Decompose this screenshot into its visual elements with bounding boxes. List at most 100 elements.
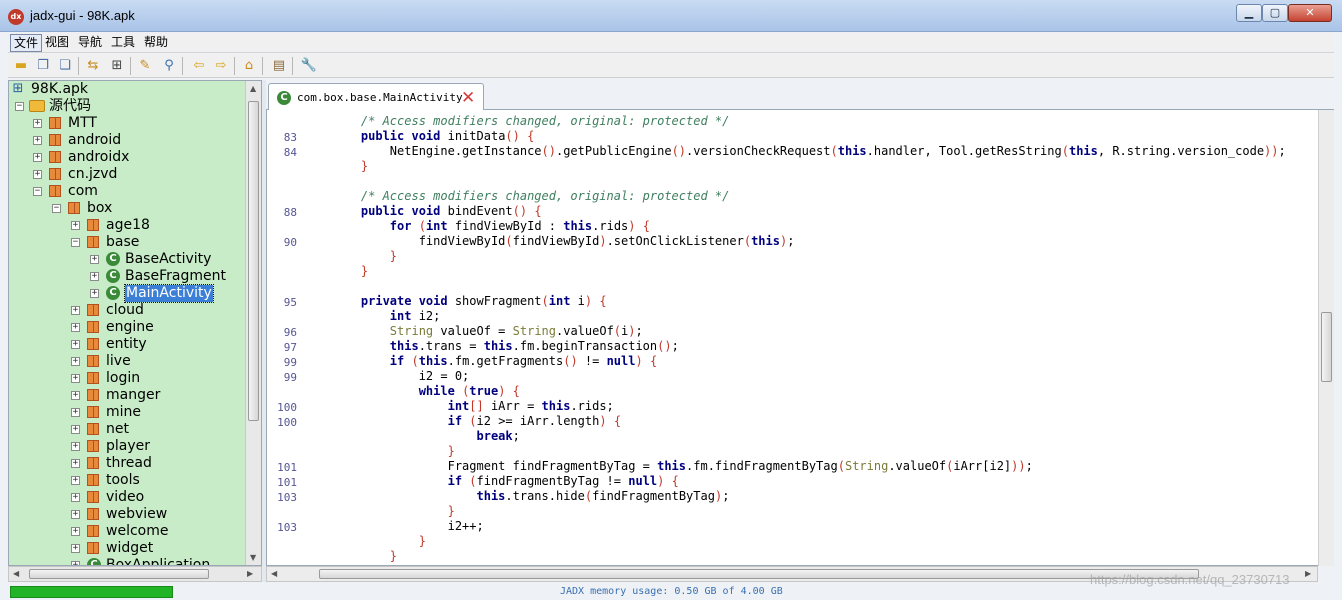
- expand-icon[interactable]: +: [90, 272, 99, 281]
- line-number: 99: [283, 356, 297, 369]
- save-all-icon[interactable]: ❐: [34, 57, 52, 75]
- editor-vertical-scrollbar[interactable]: [1318, 110, 1334, 566]
- export-icon[interactable]: ❏: [56, 57, 74, 75]
- expand-icon[interactable]: +: [71, 357, 80, 366]
- tree-node-label: cloud: [106, 302, 144, 318]
- forward-icon[interactable]: ⇨: [212, 57, 230, 75]
- package-icon: [87, 389, 99, 401]
- collapse-icon[interactable]: −: [71, 238, 80, 247]
- code-line: break;: [476, 429, 520, 443]
- tree-node-label: com: [68, 183, 98, 199]
- preferences-icon[interactable]: 🔧: [300, 57, 318, 75]
- tree-node-label: net: [106, 421, 129, 437]
- expand-icon[interactable]: +: [71, 221, 80, 230]
- expand-icon[interactable]: +: [71, 442, 80, 451]
- tree-node-label: login: [106, 370, 141, 386]
- expand-icon[interactable]: +: [71, 459, 80, 468]
- scroll-right-icon[interactable]: ▶: [247, 569, 253, 578]
- package-icon: [87, 423, 99, 435]
- package-icon: [87, 457, 99, 469]
- search-icon[interactable]: ⚲: [160, 57, 178, 75]
- back-icon[interactable]: ⇦: [190, 57, 208, 75]
- collapse-icon[interactable]: −: [52, 204, 61, 213]
- expand-icon[interactable]: +: [90, 255, 99, 264]
- menu-bar: 文件 视图 导航 工具 帮助: [8, 33, 1334, 53]
- tree-node-label: age18: [106, 217, 150, 233]
- scroll-right-icon[interactable]: ▶: [1305, 569, 1311, 578]
- expand-icon[interactable]: +: [71, 510, 80, 519]
- package-icon: [87, 491, 99, 503]
- expand-icon[interactable]: +: [71, 493, 80, 502]
- expand-icon[interactable]: +: [90, 289, 99, 298]
- menu-tools[interactable]: 工具: [108, 34, 138, 52]
- find-text-icon[interactable]: ✎: [136, 57, 154, 75]
- line-number-gutter: 83 84 88 90 95 96 97 99 99 100 100 101 101 103 103: [267, 110, 307, 565]
- expand-icon[interactable]: +: [71, 527, 80, 536]
- window-title: jadx-gui - 98K.apk: [30, 8, 135, 23]
- expand-icon[interactable]: +: [71, 544, 80, 553]
- close-tab-icon[interactable]: ✕: [461, 88, 475, 108]
- scroll-thumb[interactable]: [1321, 312, 1332, 382]
- code-line: for (int findViewById : this.rids) {: [389, 219, 650, 233]
- line-number: 88: [283, 206, 297, 219]
- tree-node-label: androidx: [68, 149, 130, 165]
- line-number: 103: [277, 491, 297, 504]
- tab-main-activity[interactable]: C com.box.base.MainActivity ✕: [268, 83, 484, 111]
- package-icon: [87, 406, 99, 418]
- tree-node-label: BaseFragment: [125, 268, 226, 284]
- sync-icon[interactable]: ⇆: [84, 57, 102, 75]
- package-icon: [49, 117, 61, 129]
- jadx-window: dx jadx-gui - 98K.apk ▁ ▢ ✕ 文件 视图 导航 工具 …: [0, 0, 1342, 600]
- menu-navigate[interactable]: 导航: [75, 34, 105, 52]
- scroll-left-icon[interactable]: ◀: [13, 569, 19, 578]
- close-button[interactable]: ✕: [1288, 4, 1332, 22]
- line-number: 103: [277, 521, 297, 534]
- code-editor[interactable]: 83 84 88 90 95 96 97 99 99 100 100 101 101 103 103 /* …: [266, 110, 1334, 566]
- scroll-down-icon[interactable]: ▼: [250, 553, 256, 562]
- expand-icon[interactable]: +: [71, 425, 80, 434]
- scroll-up-icon[interactable]: ▲: [250, 84, 256, 93]
- expand-icon[interactable]: +: [33, 153, 42, 162]
- expand-icon[interactable]: +: [71, 408, 80, 417]
- tree-node-label: welcome: [106, 523, 169, 539]
- tree-horizontal-scrollbar[interactable]: ◀ ▶: [8, 566, 262, 582]
- collapse-icon[interactable]: −: [33, 187, 42, 196]
- expand-icon[interactable]: +: [71, 323, 80, 332]
- log-icon[interactable]: ▤: [270, 57, 288, 75]
- class-icon: C: [106, 252, 120, 266]
- package-icon: [87, 474, 99, 486]
- expand-icon[interactable]: +: [71, 340, 80, 349]
- expand-icon[interactable]: +: [71, 391, 80, 400]
- flatten-icon[interactable]: ⊞: [108, 57, 126, 75]
- package-icon: [87, 355, 99, 367]
- scroll-thumb[interactable]: [29, 569, 209, 579]
- expand-icon[interactable]: +: [71, 374, 80, 383]
- menu-help[interactable]: 帮助: [141, 34, 171, 52]
- menu-view[interactable]: 视图: [42, 34, 72, 52]
- decompile-icon[interactable]: ⌂: [240, 57, 258, 75]
- open-file-icon[interactable]: ▬: [12, 57, 30, 75]
- title-bar[interactable]: dx jadx-gui - 98K.apk ▁ ▢ ✕: [0, 0, 1342, 32]
- tree-vertical-scrollbar[interactable]: ▲ ▼: [245, 81, 261, 565]
- scroll-left-icon[interactable]: ◀: [271, 569, 277, 578]
- expand-icon[interactable]: +: [71, 306, 80, 315]
- expand-icon[interactable]: +: [71, 476, 80, 485]
- package-icon: [87, 440, 99, 452]
- code-line: }: [332, 504, 455, 518]
- expand-icon[interactable]: +: [33, 136, 42, 145]
- code-line: /* Access modifiers changed, original: p…: [332, 189, 730, 203]
- project-tree[interactable]: ⊞ 98K.apk − 源代码 + MTT + android + androidx + cn…: [8, 80, 262, 566]
- expand-icon[interactable]: +: [33, 170, 42, 179]
- line-number: 97: [283, 341, 297, 354]
- minimize-button[interactable]: ▁: [1236, 4, 1262, 22]
- scroll-thumb[interactable]: [319, 569, 1199, 579]
- watermark: https://blog.csdn.net/qq_23730713: [1090, 572, 1290, 587]
- menu-file[interactable]: 文件: [10, 34, 43, 52]
- toolbar-separator: [78, 57, 79, 75]
- scroll-thumb[interactable]: [248, 101, 259, 421]
- tree-node-label: MainActivity: [124, 284, 214, 303]
- maximize-button[interactable]: ▢: [1262, 4, 1288, 22]
- collapse-icon[interactable]: −: [15, 102, 24, 111]
- expand-icon[interactable]: +: [33, 119, 42, 128]
- tree-node-label: mine: [106, 404, 142, 420]
